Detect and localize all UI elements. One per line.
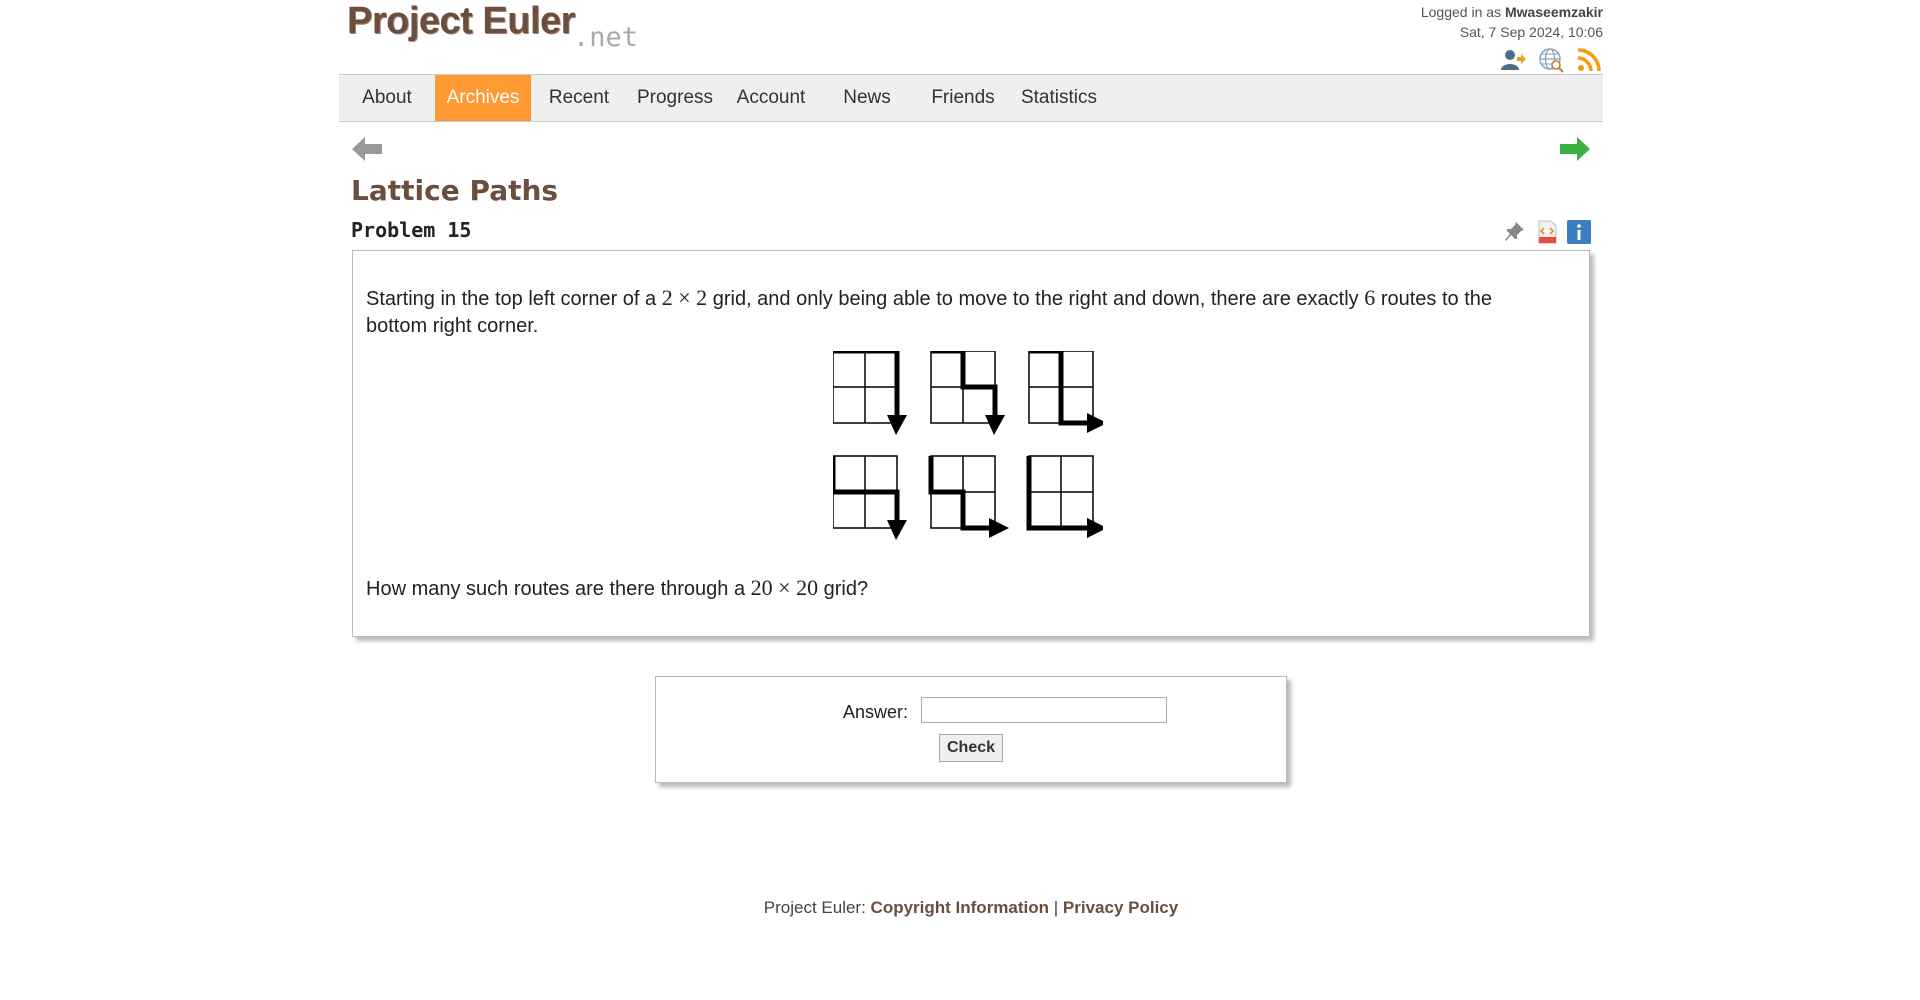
info-icon[interactable] xyxy=(1567,220,1591,244)
answer-form: Answer: Check xyxy=(655,676,1287,783)
rss-icon[interactable] xyxy=(1575,46,1603,74)
logo-suffix: .net xyxy=(573,22,639,53)
route-4 xyxy=(833,455,907,540)
privacy-policy-link[interactable]: Privacy Policy xyxy=(1063,898,1178,917)
problem-paragraph-2: How many such routes are there through a… xyxy=(366,575,869,600)
username[interactable]: Mwaseemzakir xyxy=(1505,4,1603,20)
problem-paragraph-1: Starting in the top left corner of a 2 ×… xyxy=(366,285,1492,310)
nav-item-progress[interactable]: Progress xyxy=(627,75,723,121)
nav-item-statistics[interactable]: Statistics xyxy=(1011,75,1107,121)
pin-icon[interactable] xyxy=(1503,220,1527,244)
route-6 xyxy=(1026,455,1103,538)
footer: Project Euler: Copyright Information | P… xyxy=(339,898,1603,918)
next-problem-arrow-icon[interactable] xyxy=(1559,136,1591,166)
previous-problem-arrow-icon[interactable] xyxy=(351,136,383,166)
check-button[interactable]: Check xyxy=(939,734,1003,762)
user-icons xyxy=(1499,46,1603,74)
lattice-paths-figure xyxy=(833,351,1103,540)
logo-text: Project Euler xyxy=(347,0,575,42)
add-friend-icon[interactable] xyxy=(1499,46,1527,74)
main-nav: About Archives Recent Progress Account N… xyxy=(339,74,1603,122)
route-2 xyxy=(930,351,1005,435)
html-file-icon[interactable] xyxy=(1535,220,1559,244)
footer-separator: | xyxy=(1053,898,1059,917)
nav-item-recent[interactable]: Recent xyxy=(531,75,627,121)
answer-input[interactable] xyxy=(921,697,1167,723)
route-5 xyxy=(928,455,1009,538)
user-info: Logged in as Mwaseemzakir Sat, 7 Sep 202… xyxy=(1421,2,1603,42)
problem-paragraph-1-line2: bottom right corner. xyxy=(366,315,539,337)
nav-item-account[interactable]: Account xyxy=(723,75,819,121)
copyright-link[interactable]: Copyright Information xyxy=(871,898,1049,917)
nav-item-friends[interactable]: Friends xyxy=(915,75,1011,121)
problem-icons xyxy=(1503,220,1591,244)
globe-icon[interactable] xyxy=(1537,46,1565,74)
page-container: Project Euler .net Logged in as Mwaseemz… xyxy=(339,0,1603,1000)
problem-title: Lattice Paths xyxy=(351,174,559,207)
route-1 xyxy=(833,351,907,435)
nav-item-news[interactable]: News xyxy=(819,75,915,121)
route-3 xyxy=(1028,351,1103,433)
logged-in-label: Logged in as xyxy=(1420,4,1502,20)
problem-number: Problem 15 xyxy=(351,218,472,242)
site-logo[interactable]: Project Euler .net xyxy=(347,0,667,58)
problem-content: Starting in the top left corner of a 2 ×… xyxy=(352,250,1590,637)
nav-item-archives[interactable]: Archives xyxy=(435,75,531,121)
current-datetime: Sat, 7 Sep 2024, 10:06 xyxy=(1459,24,1603,40)
answer-label: Answer: xyxy=(843,702,909,722)
nav-item-about[interactable]: About xyxy=(339,75,435,121)
footer-prefix: Project Euler: xyxy=(763,898,866,917)
